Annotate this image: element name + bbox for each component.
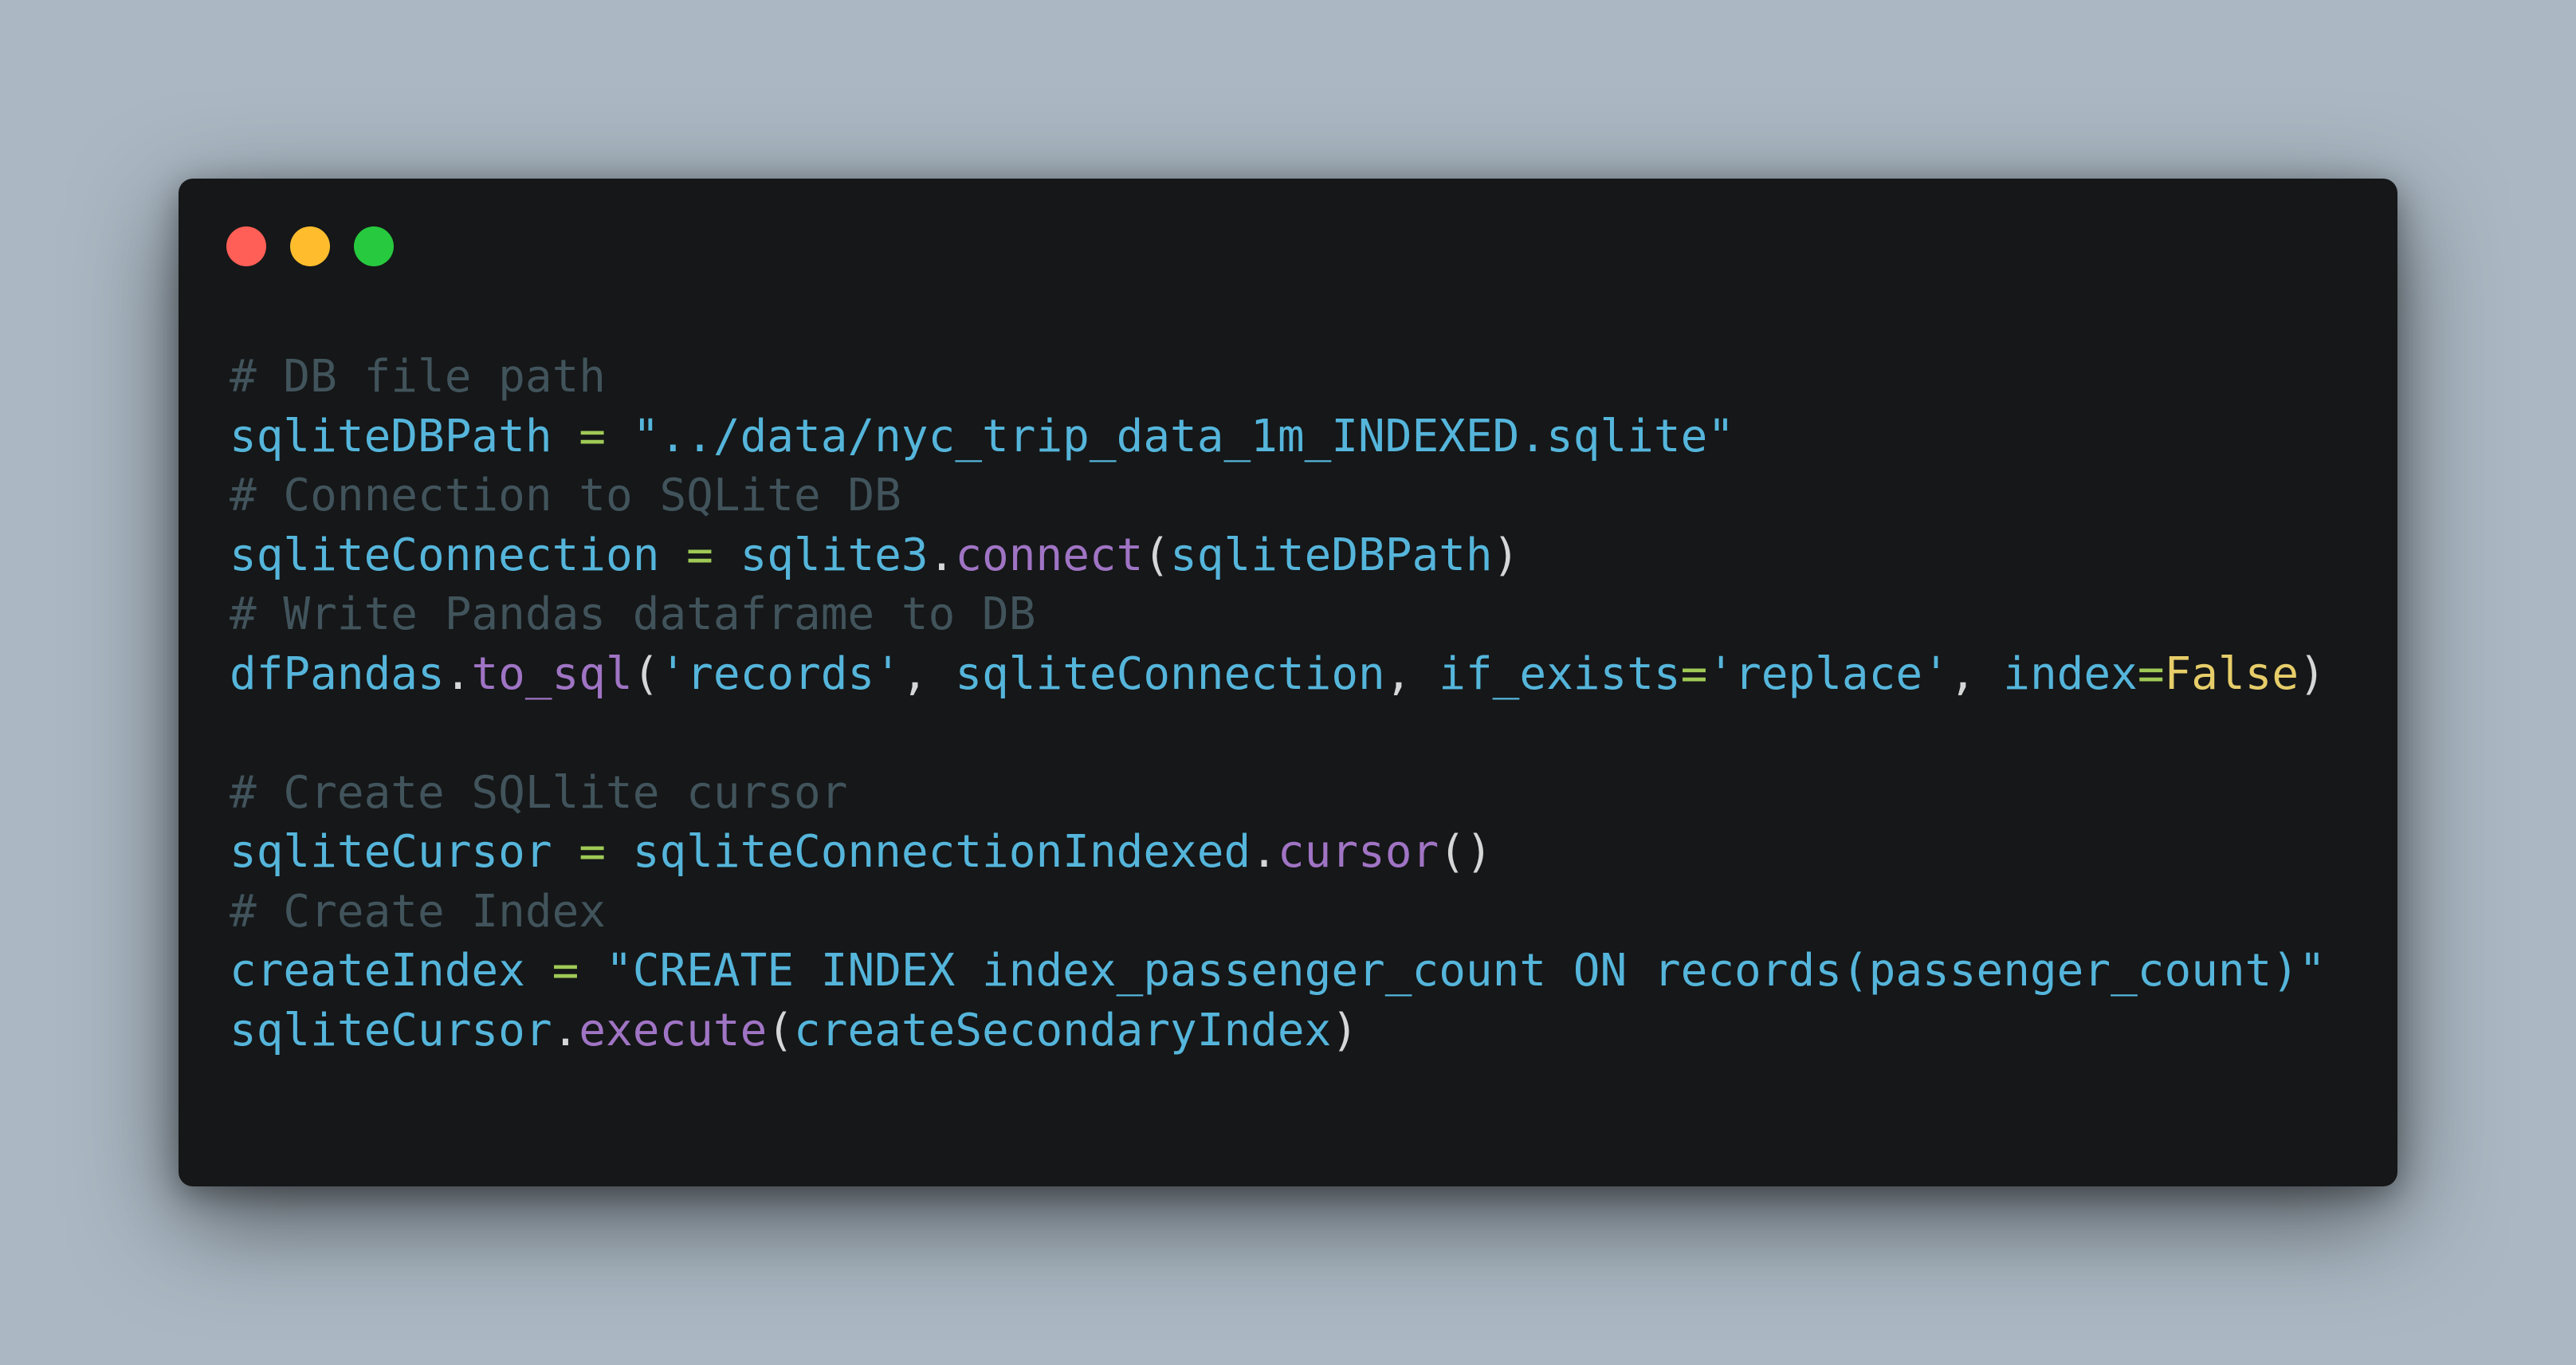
code-punctuation: )	[1492, 529, 1520, 581]
code-identifier: createSecondaryIndex	[794, 1004, 1332, 1056]
code-line: sqliteCursor.execute(createSecondaryInde…	[230, 1001, 2326, 1061]
code-line: # Write Pandas dataframe to DB	[230, 585, 2326, 645]
code-comment: # Write Pandas dataframe to DB	[230, 588, 1036, 640]
code-punctuation: )	[2299, 647, 2326, 700]
code-operator: =	[1680, 647, 1708, 700]
code-comment: # Create SQLlite cursor	[230, 766, 848, 819]
code-string: "CREATE INDEX index_passenger_count ON r…	[606, 945, 2326, 997]
code-operator: =	[524, 945, 607, 997]
code-line: sqliteCursor = sqliteConnectionIndexed.c…	[230, 823, 2326, 883]
code-punctuation: ,	[901, 647, 956, 700]
code-function: connect	[955, 529, 1144, 581]
code-punctuation: .	[928, 529, 956, 581]
code-line: # Create SQLlite cursor	[230, 764, 2326, 824]
code-punctuation: .	[444, 647, 472, 700]
code-punctuation: (	[632, 647, 660, 700]
close-button[interactable]	[226, 226, 266, 266]
code-identifier: createIndex	[230, 945, 525, 997]
code-function: execute	[579, 1004, 768, 1056]
code-line: # Create Index	[230, 883, 2326, 942]
code-punctuation: ()	[1439, 826, 1493, 878]
code-function: to_sql	[471, 647, 633, 700]
code-line: dfPandas.to_sql('records', sqliteConnect…	[230, 645, 2326, 705]
code-line: sqliteConnection = sqlite3.connect(sqlit…	[230, 526, 2326, 586]
code-punctuation: ,	[1384, 647, 1439, 700]
code-identifier: sqliteDBPath	[230, 410, 552, 462]
code-line: # Connection to SQLite DB	[230, 466, 2326, 526]
code-string: "../data/nyc_trip_data_1m_INDEXED.sqlite…	[632, 410, 1735, 462]
code-string: 'replace'	[1707, 647, 1950, 700]
code-block: # DB file path sqliteDBPath = "../data/ny…	[230, 348, 2326, 1060]
code-identifier: sqliteCursor	[230, 1004, 552, 1056]
code-punctuation: )	[1331, 1004, 1359, 1056]
code-punctuation: ,	[1949, 647, 2004, 700]
code-string: 'records'	[659, 647, 901, 700]
code-window: # DB file path sqliteDBPath = "../data/ny…	[179, 179, 2397, 1186]
window-controls	[226, 226, 394, 266]
code-punctuation: (	[1143, 529, 1171, 581]
code-punctuation: .	[1251, 826, 1278, 878]
code-operator: =	[2137, 647, 2165, 700]
code-line: sqliteDBPath = "../data/nyc_trip_data_1m…	[230, 407, 2326, 467]
code-operator: =	[552, 410, 633, 462]
code-comment: # DB file path	[230, 351, 607, 403]
code-identifier: sqlite3	[740, 529, 929, 581]
code-identifier: sqliteCursor	[230, 826, 552, 878]
code-line: # DB file path	[230, 348, 2326, 407]
code-keyword: False	[2164, 647, 2299, 700]
code-operator: =	[552, 826, 633, 878]
code-identifier: sqliteDBPath	[1170, 529, 1493, 581]
code-identifier: sqliteConnection	[230, 529, 660, 581]
code-comment: # Connection to SQLite DB	[230, 470, 901, 521]
code-operator: =	[659, 529, 740, 581]
code-identifier: index	[2003, 647, 2138, 700]
zoom-button[interactable]	[354, 226, 394, 266]
minimize-button[interactable]	[290, 226, 330, 266]
code-identifier: if_exists	[1439, 647, 1681, 700]
code-identifier: dfPandas	[230, 647, 445, 700]
code-punctuation: (	[767, 1004, 795, 1056]
code-line: createIndex = "CREATE INDEX index_passen…	[230, 942, 2326, 1001]
code-punctuation: .	[552, 1004, 579, 1056]
code-identifier: sqliteConnection	[955, 647, 1385, 700]
code-comment: # Create Index	[230, 885, 607, 938]
code-function: cursor	[1277, 826, 1439, 878]
code-identifier: sqliteConnectionIndexed	[632, 826, 1251, 878]
